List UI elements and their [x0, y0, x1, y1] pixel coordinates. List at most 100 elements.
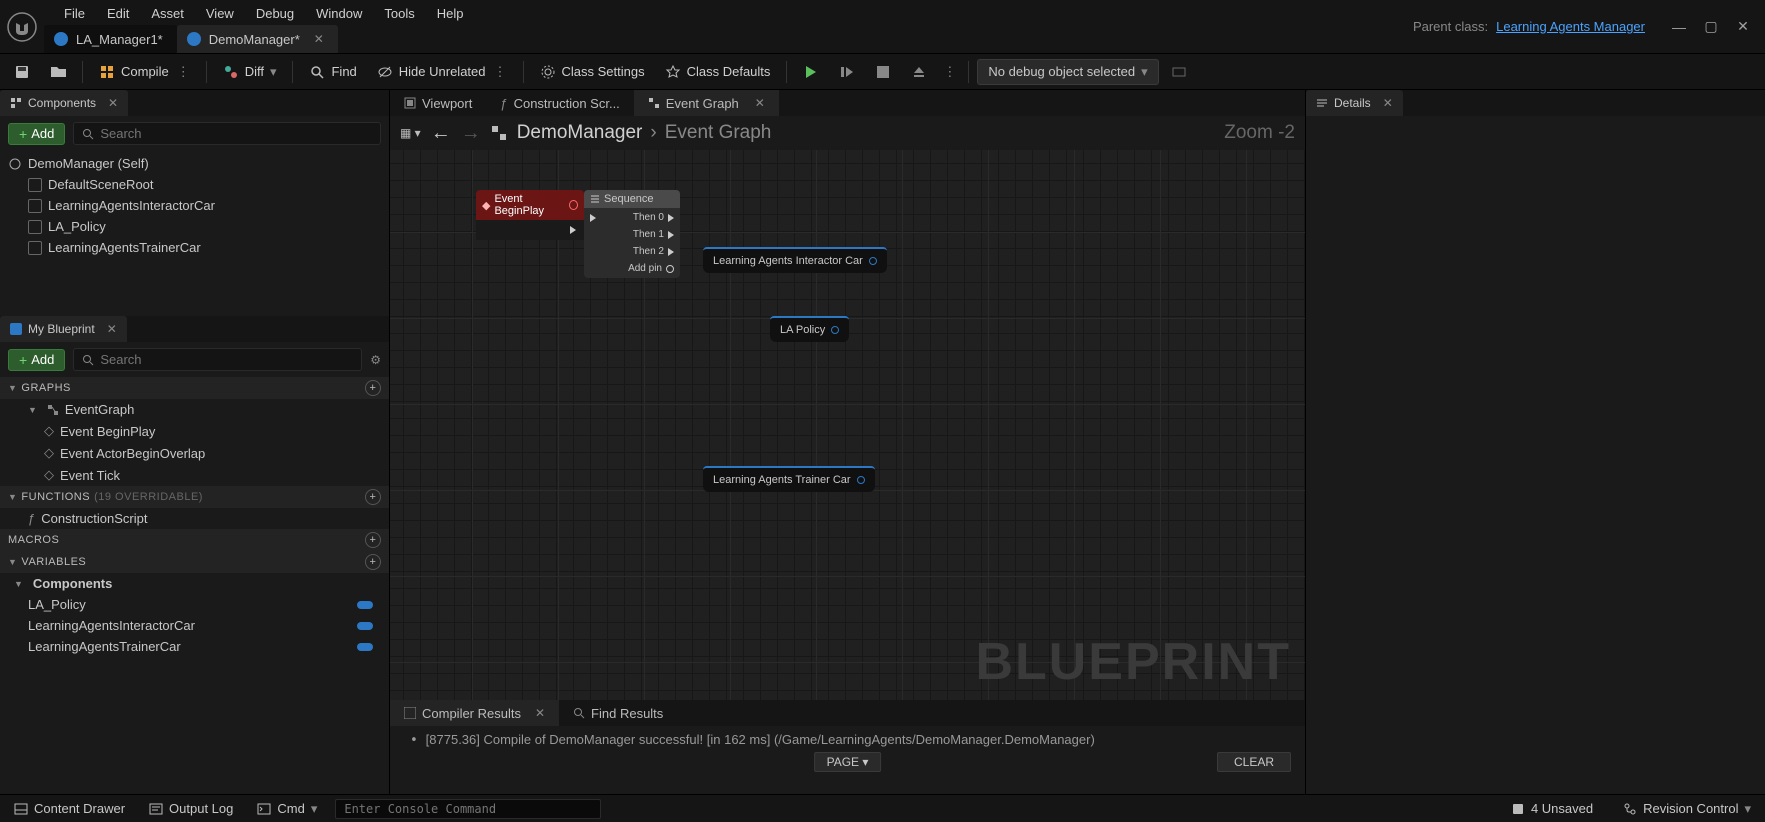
- variable-item[interactable]: LA_Policy: [0, 594, 389, 615]
- console-input[interactable]: [335, 799, 601, 819]
- step-button[interactable]: [831, 58, 863, 86]
- hide-unrelated-button[interactable]: Hide Unrelated ⋮: [369, 58, 515, 86]
- details-tab[interactable]: Details ✕: [1306, 90, 1403, 116]
- components-search[interactable]: [73, 122, 381, 145]
- component-item[interactable]: DefaultSceneRoot: [0, 174, 389, 195]
- object-out-pin[interactable]: [857, 476, 865, 484]
- variables-header[interactable]: ▼VARIABLES+: [0, 551, 389, 573]
- chevron-down-icon[interactable]: ⋮: [177, 64, 190, 80]
- revision-control-button[interactable]: Revision Control▾: [1617, 799, 1757, 819]
- delegate-pin[interactable]: [569, 200, 578, 210]
- components-tab[interactable]: Components ✕: [0, 90, 128, 116]
- construction-tab[interactable]: ƒConstruction Scr...: [486, 90, 633, 116]
- blueprint-search-input[interactable]: [100, 352, 353, 367]
- graph-item[interactable]: ▼EventGraph: [0, 399, 389, 420]
- debug-object-select[interactable]: No debug object selected ▾: [977, 59, 1158, 85]
- event-item[interactable]: ◇Event BeginPlay: [0, 420, 389, 442]
- compile-button[interactable]: Compile ⋮: [91, 58, 198, 86]
- close-icon[interactable]: ✕: [1383, 96, 1393, 110]
- exec-out-pin[interactable]: [668, 248, 674, 256]
- macros-header[interactable]: MACROS+: [0, 529, 389, 551]
- object-out-pin[interactable]: [831, 326, 839, 334]
- add-pin-label[interactable]: Add pin: [628, 263, 662, 274]
- output-log-button[interactable]: Output Log: [143, 799, 239, 818]
- chevron-down-icon[interactable]: ▾: [270, 64, 277, 80]
- variable-item[interactable]: LearningAgentsInteractorCar: [0, 615, 389, 636]
- exec-out-pin[interactable]: [570, 226, 576, 234]
- maximize-icon[interactable]: ▢: [1697, 16, 1725, 38]
- sequence-node[interactable]: Sequence Then 0 Then 1 Then 2 Add pin: [584, 190, 680, 278]
- ref-node-policy[interactable]: LA Policy: [770, 316, 849, 342]
- menu-edit[interactable]: Edit: [97, 4, 139, 23]
- exec-out-pin[interactable]: [668, 231, 674, 239]
- clear-button[interactable]: CLEAR: [1217, 752, 1291, 772]
- add-function-button[interactable]: +: [365, 489, 381, 505]
- close-icon[interactable]: ✕: [535, 706, 545, 720]
- doc-tab-demomanager[interactable]: DemoManager* ✕: [177, 25, 338, 53]
- add-blueprint-button[interactable]: +Add: [8, 349, 65, 371]
- nav-back-button[interactable]: ←: [431, 122, 451, 145]
- component-item[interactable]: LearningAgentsInteractorCar: [0, 195, 389, 216]
- close-icon[interactable]: ✕: [108, 96, 118, 110]
- find-results-tab[interactable]: Find Results: [559, 700, 677, 726]
- add-graph-button[interactable]: +: [365, 380, 381, 396]
- nav-forward-button[interactable]: →: [461, 122, 481, 145]
- breadcrumb-leaf[interactable]: Event Graph: [665, 122, 772, 144]
- functions-header[interactable]: ▼FUNCTIONS(19 OVERRIDABLE)+: [0, 486, 389, 508]
- graph-canvas[interactable]: ◆Event BeginPlay Sequence Then 0 Then 1 …: [390, 150, 1305, 700]
- function-item[interactable]: ƒConstructionScript: [0, 508, 389, 529]
- class-settings-button[interactable]: Class Settings: [532, 58, 653, 86]
- menu-tools[interactable]: Tools: [374, 4, 424, 23]
- menu-window[interactable]: Window: [306, 4, 372, 23]
- compiler-results-tab[interactable]: Compiler Results✕: [390, 700, 559, 726]
- find-button[interactable]: Find: [301, 58, 364, 86]
- blueprint-search[interactable]: [73, 348, 362, 371]
- content-drawer-button[interactable]: Content Drawer: [8, 799, 131, 818]
- component-root[interactable]: DemoManager (Self): [0, 153, 389, 174]
- menu-help[interactable]: Help: [427, 4, 474, 23]
- unsaved-button[interactable]: 4 Unsaved: [1505, 799, 1599, 818]
- exec-out-pin[interactable]: [668, 214, 674, 222]
- variable-group[interactable]: ▼Components: [0, 573, 389, 594]
- myblueprint-tab[interactable]: My Blueprint ✕: [0, 316, 127, 342]
- menu-file[interactable]: File: [54, 4, 95, 23]
- event-item[interactable]: ◇Event ActorBeginOverlap: [0, 442, 389, 464]
- add-variable-button[interactable]: +: [365, 554, 381, 570]
- component-item[interactable]: LearningAgentsTrainerCar: [0, 237, 389, 258]
- parent-class-link[interactable]: Learning Agents Manager: [1496, 19, 1645, 34]
- close-icon[interactable]: ✕: [314, 32, 324, 46]
- close-icon[interactable]: ✕: [1729, 16, 1757, 38]
- breadcrumb-root[interactable]: DemoManager: [517, 122, 643, 144]
- add-macro-button[interactable]: +: [365, 532, 381, 548]
- diff-button[interactable]: Diff ▾: [215, 58, 285, 86]
- minimize-icon[interactable]: —: [1665, 16, 1693, 38]
- doc-tab-la-manager[interactable]: LA_Manager1*: [44, 25, 177, 53]
- page-button[interactable]: PAGE ▾: [814, 752, 882, 772]
- exec-in-pin[interactable]: [590, 214, 596, 222]
- variable-item[interactable]: LearningAgentsTrainerCar: [0, 636, 389, 657]
- add-pin-icon[interactable]: [666, 265, 674, 273]
- menu-debug[interactable]: Debug: [246, 4, 304, 23]
- add-component-button[interactable]: +Add: [8, 123, 65, 145]
- menu-asset[interactable]: Asset: [141, 4, 194, 23]
- ref-node-trainer[interactable]: Learning Agents Trainer Car: [703, 466, 875, 492]
- menu-view[interactable]: View: [196, 4, 244, 23]
- eject-button[interactable]: [903, 58, 935, 86]
- class-defaults-button[interactable]: Class Defaults: [657, 58, 779, 86]
- event-item[interactable]: ◇Event Tick: [0, 464, 389, 486]
- cmd-button[interactable]: Cmd▾: [251, 799, 323, 819]
- debug-locate-button[interactable]: [1163, 58, 1195, 86]
- play-button[interactable]: [795, 58, 827, 86]
- graphs-header[interactable]: ▼GRAPHS+: [0, 377, 389, 399]
- stop-button[interactable]: [867, 58, 899, 86]
- component-item[interactable]: LA_Policy: [0, 216, 389, 237]
- object-out-pin[interactable]: [869, 257, 877, 265]
- components-search-input[interactable]: [100, 126, 372, 141]
- viewport-tab[interactable]: Viewport: [390, 90, 486, 116]
- graph-menu-button[interactable]: ▦ ▾: [400, 126, 421, 140]
- chevron-down-icon[interactable]: ⋮: [494, 64, 507, 80]
- ref-node-interactor[interactable]: Learning Agents Interactor Car: [703, 247, 887, 273]
- event-beginplay-node[interactable]: ◆Event BeginPlay: [476, 190, 584, 240]
- close-icon[interactable]: ✕: [755, 96, 765, 110]
- eventgraph-tab[interactable]: Event Graph✕: [634, 90, 779, 116]
